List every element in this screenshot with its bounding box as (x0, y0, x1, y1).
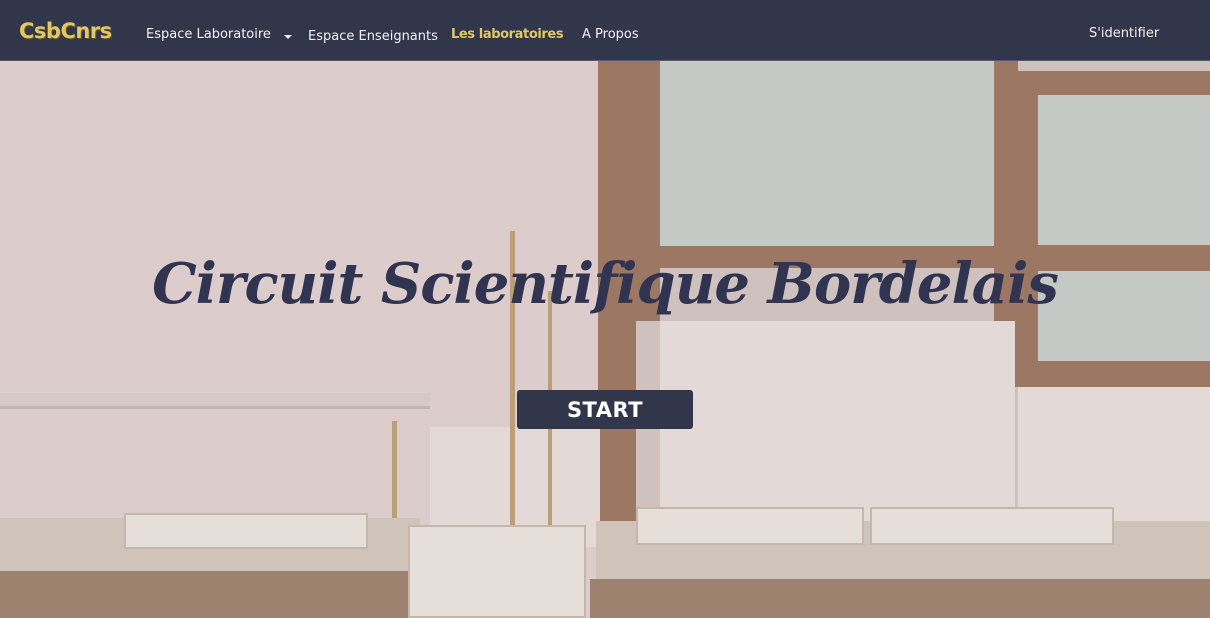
start-button[interactable]: START (517, 390, 693, 429)
hero-overlay (0, 61, 1210, 618)
nav-sidentifier[interactable]: S'identifier (1089, 26, 1159, 41)
top-navbar: CsbCnrs Espace Laboratoire Espace Enseig… (0, 0, 1210, 61)
nav-les-laboratoires[interactable]: Les laboratoires (451, 27, 564, 42)
hero-section: Circuit Scientifique Bordelais START (0, 61, 1210, 618)
brand-logo[interactable]: CsbCnrs (19, 19, 112, 43)
nav-espace-enseignants[interactable]: Espace Enseignants (308, 29, 438, 44)
chevron-down-icon[interactable] (284, 35, 292, 39)
nav-espace-laboratoire[interactable]: Espace Laboratoire (146, 27, 271, 42)
nav-a-propos[interactable]: A Propos (582, 27, 639, 42)
hero-title: Circuit Scientifique Bordelais (152, 251, 1059, 317)
